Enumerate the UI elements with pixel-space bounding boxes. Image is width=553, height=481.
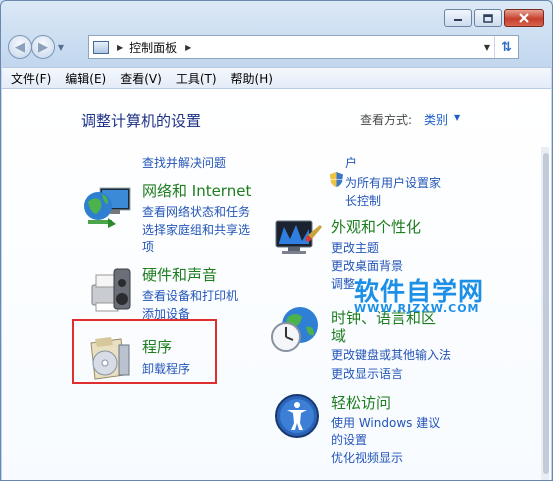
windows-suggestions-link-cont[interactable]: 的设置 (331, 431, 367, 448)
change-keyboard-link[interactable]: 更改键盘或其他输入法 (331, 346, 451, 363)
appearance-monitor-icon[interactable] (270, 217, 324, 263)
adjust-resolution-link[interactable]: 调整 (331, 275, 355, 292)
menu-edit[interactable]: 编辑(E) (65, 70, 106, 87)
view-by-label: 查看方式: (360, 113, 413, 127)
maximize-button[interactable] (474, 9, 502, 27)
forward-button[interactable]: ▶ (31, 35, 55, 59)
breadcrumb-control-panel[interactable]: 控制面板 (129, 39, 177, 56)
menu-view[interactable]: 查看(V) (120, 70, 162, 87)
change-theme-link[interactable]: 更改主题 (331, 239, 379, 256)
control-panel-icon (93, 40, 109, 54)
back-arrow-icon: ◀ (15, 39, 25, 55)
close-button[interactable] (504, 9, 544, 27)
caption-buttons (444, 9, 544, 27)
homegroup-link[interactable]: 选择家庭组和共享选 (142, 221, 250, 238)
address-dropdown-icon[interactable]: ▼ (484, 43, 490, 52)
programs-icon[interactable] (85, 335, 133, 381)
programs-category-title[interactable]: 程序 (142, 336, 172, 357)
parental-controls-link[interactable]: 为所有用户设置家 (345, 174, 441, 191)
windows-suggestions-link[interactable]: 使用 Windows 建议 (331, 414, 440, 431)
back-button[interactable]: ◀ (8, 35, 32, 59)
devices-printers-link[interactable]: 查看设备和打印机 (142, 287, 238, 304)
view-by-chevron-down-icon[interactable]: ▼ (454, 113, 460, 122)
close-icon (519, 13, 529, 23)
page-title: 调整计算机的设置 (81, 112, 202, 130)
watermark-url: WWW.RJZXW.COM (354, 302, 480, 315)
hardware-category-title[interactable]: 硬件和声音 (142, 264, 217, 285)
menu-bar: 文件(F) 编辑(E) 查看(V) 工具(T) 帮助(H) (2, 67, 551, 89)
view-by-dropdown[interactable]: 类别 (424, 111, 448, 128)
ease-of-access-category-title[interactable]: 轻松访问 (331, 392, 391, 413)
scrollbar-thumb[interactable] (543, 153, 549, 474)
user-accounts-link-cont[interactable]: 户 (345, 154, 357, 171)
printer-speaker-icon[interactable] (82, 267, 134, 315)
menu-help[interactable]: 帮助(H) (231, 70, 273, 87)
appearance-category-title[interactable]: 外观和个性化 (331, 216, 421, 237)
network-status-link[interactable]: 查看网络状态和任务 (142, 203, 250, 220)
ease-of-access-icon[interactable] (274, 393, 320, 439)
menu-tools[interactable]: 工具(T) (176, 70, 217, 87)
shield-icon (330, 172, 343, 187)
minimize-icon (454, 19, 462, 21)
content-pane: 调整计算机的设置 查看方式: 类别 ▼ 查找并解决问题 网络和 Internet… (2, 89, 551, 480)
change-display-language-link[interactable]: 更改显示语言 (331, 365, 403, 382)
forward-arrow-icon: ▶ (38, 39, 48, 55)
minimize-button[interactable] (444, 9, 472, 27)
refresh-button[interactable]: ⇅ (494, 36, 518, 58)
address-bar[interactable]: ▶ 控制面板 ▶ ▼ ⇅ (88, 35, 519, 59)
troubleshoot-link[interactable]: 查找并解决问题 (142, 154, 226, 171)
recent-pages-dropdown[interactable]: ▼ (55, 43, 67, 52)
control-panel-window: ◀ ▶ ▼ ▶ 控制面板 ▶ ▼ ⇅ 文件(F) 编辑(E) 查看(V) 工具(… (0, 0, 553, 481)
homegroup-link-cont[interactable]: 项 (142, 238, 154, 255)
menu-file[interactable]: 文件(F) (11, 70, 51, 87)
network-category-title[interactable]: 网络和 Internet (142, 180, 251, 201)
navigation-bar: ◀ ▶ ▼ ▶ 控制面板 ▶ ▼ ⇅ (8, 32, 544, 62)
uninstall-program-link[interactable]: 卸载程序 (142, 360, 190, 377)
breadcrumb-separator-icon[interactable]: ▶ (117, 43, 123, 52)
network-globe-icon[interactable] (82, 184, 134, 232)
parental-controls-link-cont[interactable]: 长控制 (345, 192, 381, 209)
breadcrumb-chevron-icon[interactable]: ▶ (185, 43, 191, 52)
refresh-icon: ⇅ (501, 39, 512, 55)
maximize-icon (483, 13, 493, 23)
clock-globe-icon[interactable] (270, 305, 322, 355)
optimize-display-link[interactable]: 优化视频显示 (331, 449, 403, 466)
clock-category-title-cont[interactable]: 域 (331, 325, 346, 346)
